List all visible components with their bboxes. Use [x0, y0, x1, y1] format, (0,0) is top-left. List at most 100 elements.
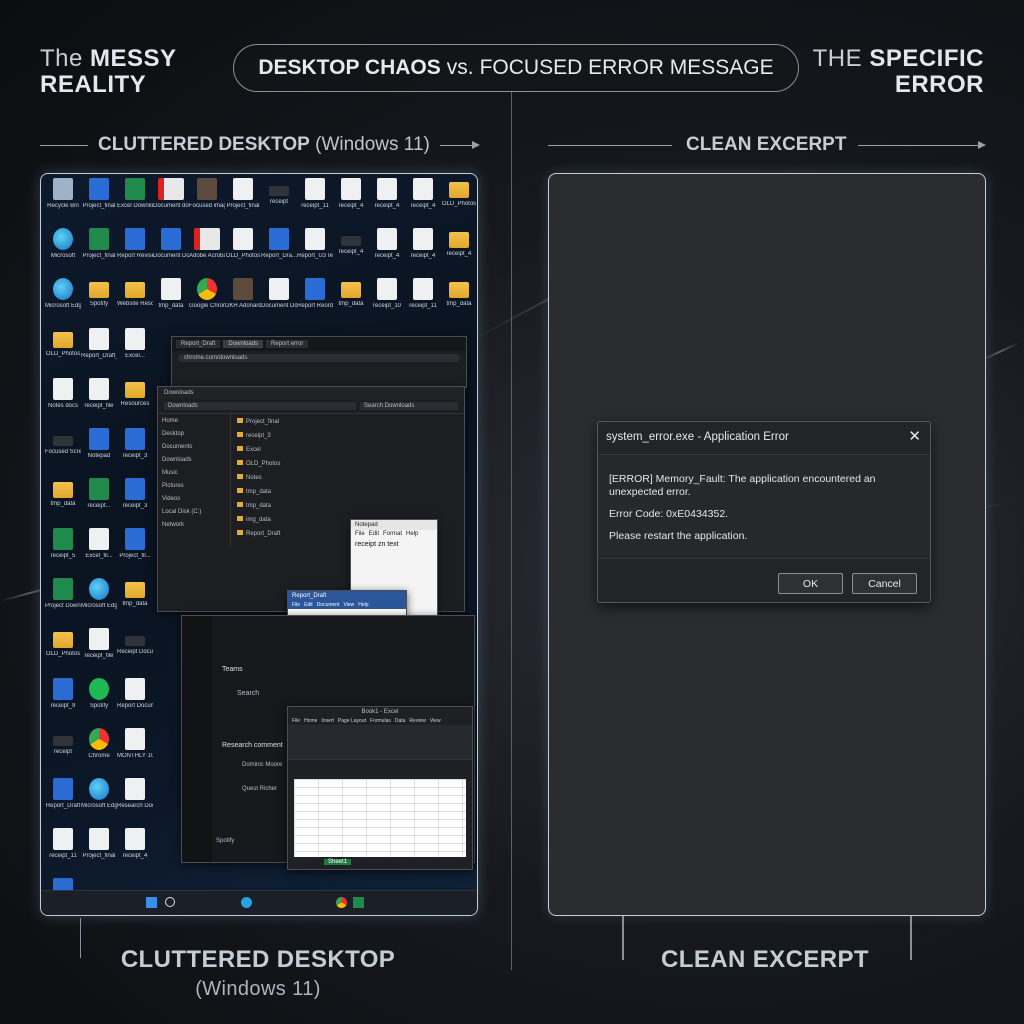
explorer-file-item[interactable]: receipt_3: [237, 432, 458, 439]
notepad-text[interactable]: receipt zn text: [351, 538, 437, 551]
explorer-path[interactable]: Downloads: [164, 402, 356, 410]
desktop-icon[interactable]: tmp_data: [153, 278, 189, 310]
desktop-icon[interactable]: receipt_4: [405, 228, 441, 260]
desktop-icon[interactable]: Website Resources: [117, 278, 153, 308]
search-icon[interactable]: [165, 897, 175, 907]
close-icon[interactable]: ✕: [908, 427, 921, 445]
desktop-icon[interactable]: Report_Dra...: [261, 228, 297, 260]
explorer-file-item[interactable]: OLD_Photos: [237, 460, 458, 467]
desktop-icon[interactable]: receipt_11: [405, 278, 441, 310]
desktop-icon[interactable]: OLD_Photos: [45, 328, 81, 358]
explorer-file-item[interactable]: tmp_data: [237, 488, 458, 495]
menu-item[interactable]: Document: [317, 602, 340, 608]
teams-search[interactable]: Search: [237, 690, 259, 697]
excel-taskbar-icon[interactable]: [353, 897, 364, 908]
desktop-icon[interactable]: Report_U3 receipts: [297, 228, 333, 260]
explorer-nav-item[interactable]: Documents: [162, 444, 226, 450]
explorer-nav-item[interactable]: Desktop: [162, 431, 226, 437]
menu-item[interactable]: File: [292, 718, 300, 724]
menu-item[interactable]: Data: [395, 718, 406, 724]
teams-contact[interactable]: Dominic Moore: [242, 762, 282, 768]
browser-address-bar[interactable]: chrome.com/downloads: [178, 354, 460, 362]
menu-item[interactable]: Edit: [369, 531, 379, 537]
desktop-icon[interactable]: receipt_4: [333, 178, 369, 210]
desktop-icon[interactable]: Document Download: [261, 278, 297, 310]
desktop-icon[interactable]: Project_final: [81, 828, 117, 860]
desktop-icon[interactable]: OLD_Photos: [441, 178, 477, 208]
excel-sheet-tab[interactable]: Sheet1: [324, 859, 352, 865]
desktop-icon[interactable]: Microsoft Edge: [81, 578, 117, 610]
desktop-icon[interactable]: Spotify: [81, 278, 117, 308]
cancel-button[interactable]: Cancel: [852, 573, 917, 594]
desktop-icon[interactable]: receipt_4: [441, 228, 477, 258]
desktop-icon[interactable]: Receipt Document: [117, 628, 153, 656]
desktop-icon[interactable]: receipt_3: [117, 478, 153, 510]
desktop-icon[interactable]: Project_final: [81, 228, 117, 260]
browser-tab[interactable]: Report_Draft: [176, 340, 221, 348]
desktop-icon[interactable]: Focused Screenshot: [45, 428, 81, 456]
desktop-icon[interactable]: Research Documents: [117, 778, 153, 810]
desktop-icon[interactable]: Project_final: [81, 178, 117, 210]
menu-item[interactable]: View: [430, 718, 441, 724]
desktop-icon[interactable]: Excel_fil...: [81, 528, 117, 560]
menu-item[interactable]: Review: [409, 718, 425, 724]
desktop-icon[interactable]: OLD_Photos: [45, 628, 81, 658]
menu-item[interactable]: File: [355, 531, 365, 537]
desktop-icon[interactable]: Spotify: [81, 678, 117, 710]
desktop-icon[interactable]: receipt: [45, 728, 81, 756]
excel-grid[interactable]: [294, 779, 466, 857]
menu-item[interactable]: Page Layout: [338, 718, 366, 724]
explorer-file-item[interactable]: Excel: [237, 446, 458, 453]
edge-taskbar-icon[interactable]: [241, 897, 252, 908]
desktop-icon[interactable]: Document docs: [153, 178, 189, 210]
desktop-icon[interactable]: Notes docs: [45, 378, 81, 410]
desktop-icon[interactable]: receipt_4: [369, 228, 405, 260]
desktop-icon[interactable]: Project_final: [225, 178, 261, 210]
desktop-icon[interactable]: tmp_data: [117, 578, 153, 608]
desktop-icon[interactable]: Report Document: [117, 678, 153, 710]
desktop-icon[interactable]: Adobe Acrobat: [189, 228, 225, 260]
desktop-icon[interactable]: receipt_9: [45, 678, 81, 710]
desktop-icon[interactable]: OLD_Photos: [225, 228, 261, 260]
menu-item[interactable]: Edit: [304, 602, 313, 608]
desktop-icon[interactable]: receipt_4: [369, 178, 405, 210]
explorer-nav-item[interactable]: Pictures: [162, 483, 226, 489]
browser-tab[interactable]: Report error: [266, 340, 309, 348]
menu-item[interactable]: File: [292, 602, 300, 608]
desktop-icon[interactable]: Excel Download: [117, 178, 153, 210]
desktop-icon[interactable]: tmp_data: [45, 478, 81, 508]
explorer-nav-item[interactable]: Network: [162, 522, 226, 528]
desktop-icon[interactable]: Microsoft Edge: [45, 278, 81, 310]
explorer-nav-item[interactable]: Videos: [162, 496, 226, 502]
menu-item[interactable]: Help: [406, 531, 418, 537]
desktop-icon[interactable]: receipt_file: [81, 378, 117, 410]
start-button[interactable]: [146, 897, 157, 908]
desktop-icon[interactable]: receipt_4: [405, 178, 441, 210]
browser-window[interactable]: Report_Draft Downloads Report error chro…: [171, 336, 467, 388]
desktop-icon[interactable]: Microsoft: [45, 228, 81, 260]
desktop-icon[interactable]: receipt_11: [297, 178, 333, 210]
desktop-icon[interactable]: receipt_file: [81, 628, 117, 660]
desktop-icon[interactable]: Project Download: [45, 578, 81, 610]
explorer-file-item[interactable]: Project_final: [237, 418, 458, 425]
desktop-icon[interactable]: receipt_10: [369, 278, 405, 310]
browser-tab[interactable]: Downloads: [223, 340, 264, 348]
explorer-file-item[interactable]: tmp_data: [237, 502, 458, 509]
desktop-icon[interactable]: Report Reordered: [297, 278, 333, 310]
desktop-icon[interactable]: Microsoft Edge: [81, 778, 117, 810]
desktop-icon[interactable]: receipt...: [81, 478, 117, 510]
menu-item[interactable]: Home: [304, 718, 317, 724]
teams-contact[interactable]: Quest Richer: [242, 786, 277, 792]
ok-button[interactable]: OK: [778, 573, 843, 594]
menu-item[interactable]: Format: [383, 531, 402, 537]
desktop-icon[interactable]: Report_Draft: [45, 778, 81, 810]
excel-window[interactable]: Book1 - Excel File Home Insert Page Layout F…: [287, 706, 473, 870]
explorer-nav-item[interactable]: Home: [162, 418, 226, 424]
desktop-icon[interactable]: tmp_data: [333, 278, 369, 308]
explorer-nav-item[interactable]: Music: [162, 470, 226, 476]
desktop-icon[interactable]: receipt_3: [117, 428, 153, 460]
desktop-icon[interactable]: Excel...: [117, 328, 153, 360]
chrome-taskbar-icon[interactable]: [336, 897, 347, 908]
desktop-icon[interactable]: tmp_data: [441, 278, 477, 308]
menu-item[interactable]: Help: [358, 602, 368, 608]
